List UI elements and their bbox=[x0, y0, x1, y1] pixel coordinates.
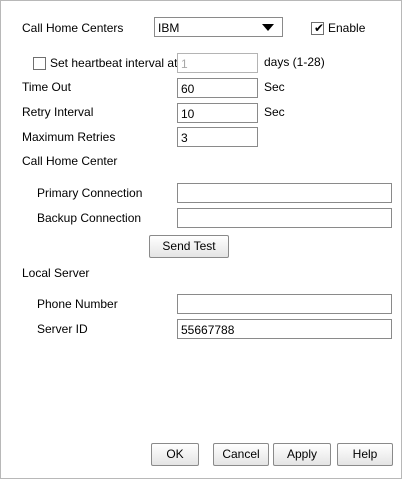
heartbeat-checkbox[interactable] bbox=[33, 57, 46, 70]
retry-interval-field[interactable]: 10 bbox=[177, 103, 258, 123]
primary-connection-label: Primary Connection bbox=[37, 186, 143, 200]
enable-checkbox[interactable]: ✔ bbox=[311, 21, 325, 35]
timeout-unit-label: Sec bbox=[264, 80, 285, 94]
timeout-label: Time Out bbox=[22, 80, 71, 94]
heartbeat-interval-field[interactable]: 1 bbox=[177, 53, 258, 73]
help-button[interactable]: Help bbox=[337, 443, 393, 466]
phone-number-label: Phone Number bbox=[37, 297, 118, 311]
local-server-section-label: Local Server bbox=[22, 266, 90, 280]
timeout-field[interactable]: 60 bbox=[177, 78, 258, 98]
enable-label: Enable bbox=[328, 21, 366, 35]
phone-number-field[interactable] bbox=[177, 294, 392, 314]
dropdown-arrow-icon bbox=[262, 24, 274, 31]
retry-interval-unit-label: Sec bbox=[264, 105, 285, 119]
backup-connection-field[interactable] bbox=[177, 208, 392, 228]
send-test-button[interactable]: Send Test bbox=[149, 235, 229, 258]
call-home-center-section-label: Call Home Center bbox=[22, 154, 118, 168]
apply-button[interactable]: Apply bbox=[273, 443, 331, 466]
call-home-settings-panel: Call Home Centers IBM ✔ Enable Set heart… bbox=[0, 0, 402, 479]
call-home-centers-value: IBM bbox=[158, 21, 180, 35]
checkmark-icon: ✔ bbox=[314, 21, 325, 35]
heartbeat-unit-label: days (1-28) bbox=[264, 55, 325, 69]
call-home-centers-label: Call Home Centers bbox=[22, 21, 124, 35]
cancel-button[interactable]: Cancel bbox=[213, 443, 269, 466]
primary-connection-field[interactable] bbox=[177, 183, 392, 203]
server-id-field[interactable]: 55667788 bbox=[177, 319, 392, 339]
ok-button[interactable]: OK bbox=[151, 443, 199, 466]
retry-interval-label: Retry Interval bbox=[22, 105, 94, 119]
maximum-retries-field[interactable]: 3 bbox=[177, 127, 258, 147]
server-id-label: Server ID bbox=[37, 322, 88, 336]
call-home-centers-dropdown[interactable]: IBM bbox=[154, 17, 283, 37]
backup-connection-label: Backup Connection bbox=[37, 211, 142, 225]
maximum-retries-label: Maximum Retries bbox=[22, 130, 116, 144]
heartbeat-label: Set heartbeat interval at bbox=[50, 56, 178, 70]
